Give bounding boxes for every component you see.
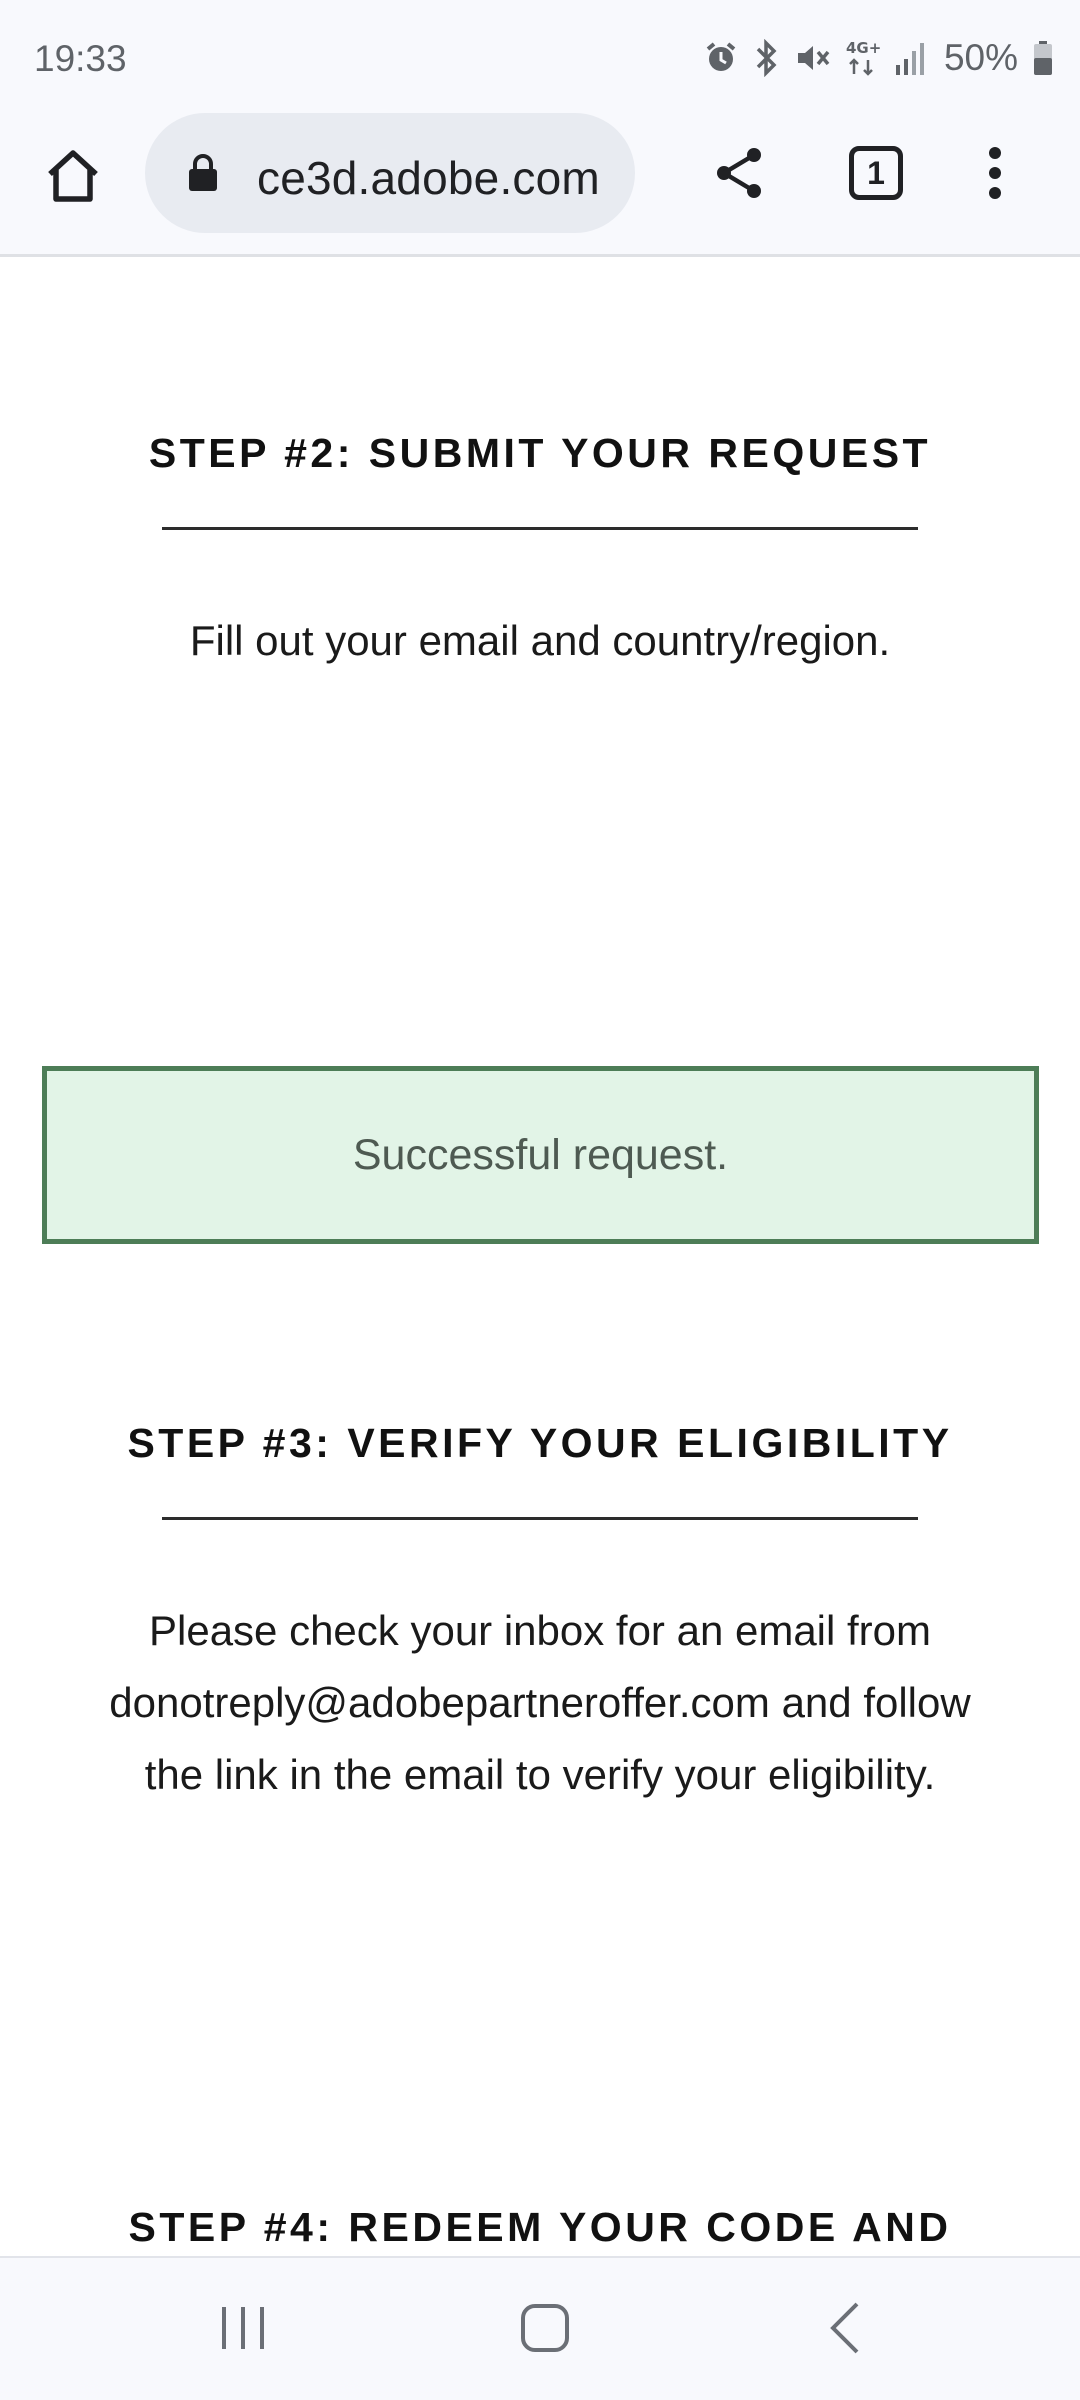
success-message: Successful request.: [352, 1130, 729, 1179]
address-bar[interactable]: ce3d.adobe.com: [145, 113, 635, 233]
step3-text-line: donotreply@adobepartneroffer.com and fol…: [109, 1679, 971, 1726]
status-time: 19:33: [34, 38, 127, 79]
step2-divider: [162, 527, 918, 530]
browser-toolbar: ce3d.adobe.com 1: [0, 105, 1080, 257]
4g-icon: 4G+: [844, 38, 880, 78]
step4-heading: STEP #4: REDEEM YOUR CODE AND: [128, 2204, 952, 2250]
home-button[interactable]: [38, 141, 108, 211]
step3-divider: [162, 1517, 918, 1520]
battery-icon: [1032, 40, 1054, 76]
share-icon: [717, 148, 761, 198]
home-circle-icon: [521, 2304, 569, 2352]
status-bar: 19:33 4G+ 50%: [0, 0, 1080, 105]
home-icon: [48, 150, 98, 202]
step2-heading: STEP #2: SUBMIT YOUR REQUEST: [148, 430, 932, 476]
step3-heading: STEP #3: VERIFY YOUR ELIGIBILITY: [127, 1420, 953, 1466]
share-button[interactable]: [705, 138, 775, 208]
system-nav-bar: [0, 2256, 1080, 2400]
more-menu-button[interactable]: [970, 138, 1020, 208]
mute-icon: [794, 40, 830, 76]
step3-text-line: the link in the email to verify your eli…: [144, 1751, 936, 1798]
recents-icon: [222, 2307, 264, 2349]
url-text: ce3d.adobe.com: [257, 152, 600, 204]
lock-icon: [187, 153, 219, 198]
signal-icon: [894, 41, 926, 75]
bluetooth-icon: [752, 39, 780, 77]
step2-text: Fill out your email and country/region.: [189, 617, 891, 664]
step3-text-line: Please check your inbox for an email fro…: [148, 1607, 932, 1654]
home-nav-button[interactable]: [500, 2288, 590, 2368]
alarm-icon: [704, 41, 738, 75]
more-vert-icon: [989, 147, 1001, 199]
back-button[interactable]: [800, 2288, 890, 2368]
tabs-icon: 1: [849, 146, 903, 200]
step3-text: Please check your inbox for an email fro…: [0, 1595, 1080, 1811]
tabs-button[interactable]: 1: [843, 140, 909, 206]
back-icon: [830, 2302, 859, 2354]
success-alert: Successful request.: [42, 1066, 1039, 1244]
tab-count: 1: [867, 154, 885, 191]
battery-percent: 50%: [943, 37, 1018, 78]
status-icons: 4G+ 50%: [704, 36, 1054, 80]
svg-text:4G+: 4G+: [846, 39, 880, 57]
recents-button[interactable]: [198, 2288, 288, 2368]
